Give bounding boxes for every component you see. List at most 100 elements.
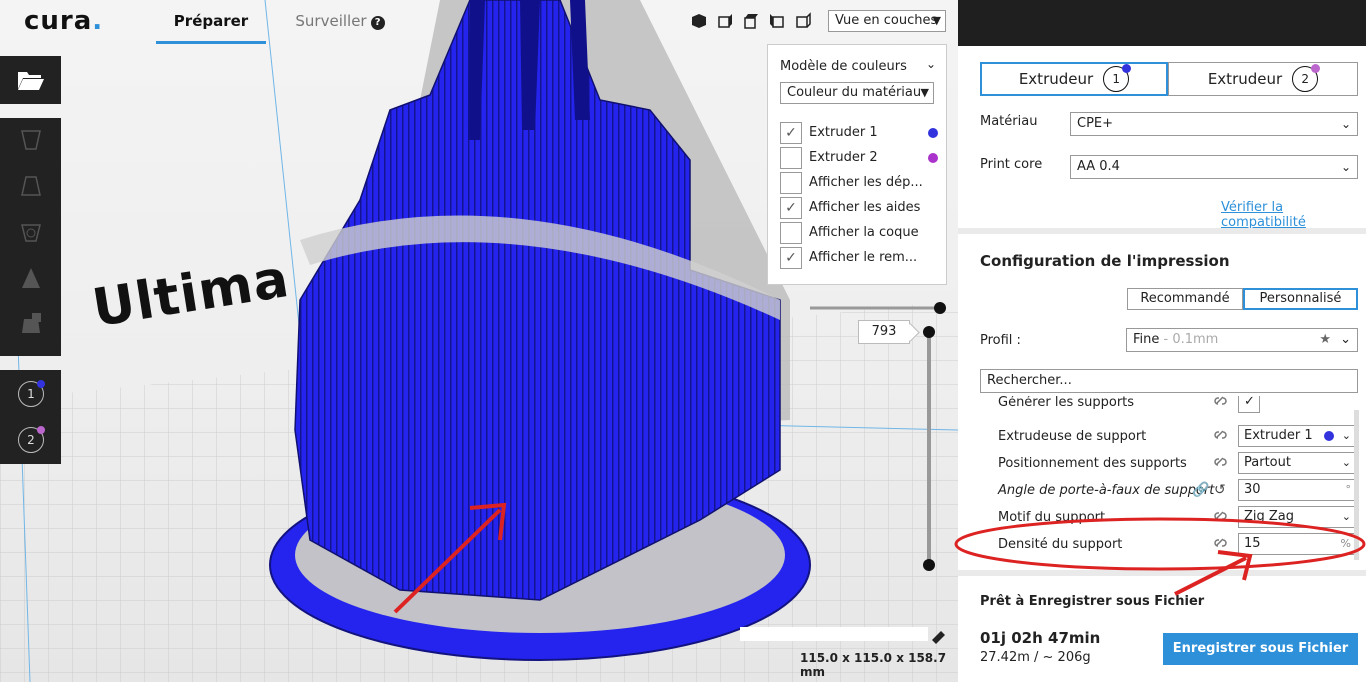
section-divider <box>958 570 1366 576</box>
scale-icon <box>21 176 41 196</box>
option-label: Afficher la coque <box>809 225 919 240</box>
toolbar-open-group <box>0 56 61 104</box>
setting-value: 15 <box>1244 536 1261 551</box>
color-scheme-value: Couleur du matériau <box>787 85 922 100</box>
print-settings-panel: Extrudeur 1 Extrudeur 2 Matériau CPE+ ⌄ P… <box>958 0 1366 682</box>
setting-row-support-density[interactable]: Densité du support 15% <box>958 531 1366 558</box>
extruder-2-badge: 2 <box>18 426 45 453</box>
save-to-file-button[interactable]: Enregistrer sous Fichier <box>1163 633 1358 665</box>
3d-viewport[interactable]: Ultima cura. Préparer Surveiller? Vue en… <box>0 0 958 682</box>
option-label: Extruder 1 <box>809 125 878 140</box>
color-scheme-title: Modèle de couleurs <box>780 59 907 74</box>
rotate-icon <box>21 224 41 242</box>
section-divider <box>958 228 1366 234</box>
chevron-down-icon: ▼ <box>932 14 941 27</box>
star-icon[interactable]: ★ <box>1319 329 1331 351</box>
link-icon <box>1214 396 1227 405</box>
material-select[interactable]: CPE+ ⌄ <box>1070 112 1358 136</box>
chevron-down-icon: ⌄ <box>1341 456 1351 469</box>
move-tool-button[interactable] <box>8 120 54 160</box>
layer-view-option-travels[interactable]: Afficher les dép... <box>780 172 940 194</box>
extruder-tab-1[interactable]: Extrudeur 1 <box>980 62 1168 96</box>
layer-view-option-infill[interactable]: ✓ Afficher le rem... <box>780 247 940 269</box>
view-mode-select[interactable]: Vue en couches ▼ <box>828 10 946 32</box>
per-model-settings-icon <box>22 313 41 333</box>
checkbox[interactable]: ✓ <box>780 122 802 144</box>
ready-to-save-title: Prêt à Enregistrer sous Fichier <box>980 594 1205 609</box>
link-icon <box>1214 538 1227 547</box>
view-mode-value: Vue en couches <box>835 13 938 28</box>
rotate-tool-button[interactable] <box>8 212 54 252</box>
setting-name: Positionnement des supports <box>998 456 1187 471</box>
link-icon <box>1214 430 1227 439</box>
layer-view-option-shell[interactable]: Afficher la coque <box>780 222 940 244</box>
setting-row-support-placement[interactable]: Positionnement des supports Partout ⌄ <box>958 450 1366 477</box>
settings-search-input[interactable]: Rechercher... <box>980 369 1358 393</box>
check-compatibility-link[interactable]: Vérifier la compatibilité <box>1221 200 1366 230</box>
chevron-down-icon: ⌄ <box>1341 429 1351 442</box>
support-angle-input[interactable]: 30 ° <box>1238 479 1357 501</box>
support-density-input[interactable]: 15% <box>1238 533 1357 555</box>
help-icon[interactable]: ? <box>370 16 385 30</box>
support-enable-checkbox[interactable]: ✓ <box>1238 396 1260 413</box>
reset-icon[interactable]: ↺ <box>1214 482 1226 498</box>
chevron-down-icon: ⌄ <box>1340 332 1351 347</box>
setting-name: Angle de porte-à-faux de support <box>998 483 1215 498</box>
mirror-tool-button[interactable] <box>8 258 54 298</box>
link-icon <box>1214 457 1227 466</box>
material-label: Matériau <box>980 114 1038 129</box>
custom-mode-button[interactable]: Personnalisé <box>1243 288 1358 310</box>
material-value: CPE+ <box>1077 116 1114 131</box>
color-scheme-panel: Modèle de couleurs ⌄ Couleur du matériau… <box>767 44 947 285</box>
extruder-2-badge: 2 <box>1292 64 1321 92</box>
setting-name: Extrudeuse de support <box>998 429 1147 444</box>
setting-row-support-angle[interactable]: Angle de porte-à-faux de support 🔗 ↺ 30 ° <box>958 477 1366 504</box>
option-label: Afficher les aides <box>809 200 921 215</box>
support-extruder-select[interactable]: Extruder 1 ⌄ <box>1238 425 1357 447</box>
settings-list: Générer les supports ✓ Extrudeuse de sup… <box>958 396 1366 568</box>
layer-view-option-extruder-1[interactable]: ✓ Extruder 1 <box>780 122 940 144</box>
checkbox[interactable]: ✓ <box>780 197 802 219</box>
collapse-chevron-icon[interactable]: ⌄ <box>926 57 936 71</box>
extruder-color-swatch <box>928 128 938 138</box>
current-layer-input[interactable]: 793 <box>858 320 910 344</box>
per-model-settings-button[interactable] <box>8 304 54 344</box>
profile-select[interactable]: Fine - 0.1mm ★ ⌄ <box>1126 328 1358 352</box>
layer-view-option-extruder-2[interactable]: Extruder 2 <box>780 147 940 169</box>
print-core-select[interactable]: AA 0.4 ⌄ <box>1070 155 1358 179</box>
checkbox[interactable] <box>780 172 802 194</box>
checkbox[interactable] <box>780 222 802 244</box>
material-estimate: 27.42m / ~ 206g <box>980 650 1091 665</box>
checkbox[interactable]: ✓ <box>780 247 802 269</box>
tab-monitor[interactable]: Surveiller? <box>280 6 400 44</box>
support-placement-select[interactable]: Partout ⌄ <box>1238 452 1357 474</box>
extruder-1-button[interactable]: 1 <box>8 374 54 414</box>
tab-prepare[interactable]: Préparer <box>156 6 266 44</box>
scale-tool-button[interactable] <box>8 166 54 206</box>
model-dimensions: 115.0 x 115.0 x 158.7 mm <box>800 651 947 679</box>
view-right-icon[interactable] <box>794 12 812 30</box>
checkbox[interactable] <box>780 147 802 169</box>
setting-name: Densité du support <box>998 537 1123 552</box>
view-top-icon[interactable] <box>742 12 760 30</box>
support-pattern-select[interactable]: Zig Zag ⌄ <box>1238 506 1357 528</box>
view-3d-icon[interactable] <box>690 12 708 30</box>
recommended-mode-button[interactable]: Recommandé <box>1127 288 1243 310</box>
setting-name: Motif du support <box>998 510 1106 525</box>
extruder-color-swatch <box>1324 431 1334 441</box>
color-scheme-select[interactable]: Couleur du matériau ▼ <box>780 82 934 104</box>
layer-view-option-helpers[interactable]: ✓ Afficher les aides <box>780 197 940 219</box>
chevron-down-icon: ⌄ <box>1341 510 1351 523</box>
extruder-tab-2[interactable]: Extrudeur 2 <box>1168 62 1358 96</box>
open-file-button[interactable] <box>8 60 54 100</box>
settings-scrollbar[interactable] <box>1354 410 1359 560</box>
setting-unit: ° <box>1345 483 1352 496</box>
setting-row-support-extruder[interactable]: Extrudeuse de support Extruder 1 ⌄ <box>958 423 1366 450</box>
setting-row-support-pattern[interactable]: Motif du support Zig Zag ⌄ <box>958 504 1366 531</box>
extruder-2-button[interactable]: 2 <box>8 420 54 460</box>
tab-prepare-label: Préparer <box>173 12 249 30</box>
view-front-icon[interactable] <box>716 12 734 30</box>
extruder-color-swatch <box>928 153 938 163</box>
setting-row-support-enable[interactable]: Générer les supports ✓ <box>958 396 1366 416</box>
view-left-icon[interactable] <box>768 12 786 30</box>
